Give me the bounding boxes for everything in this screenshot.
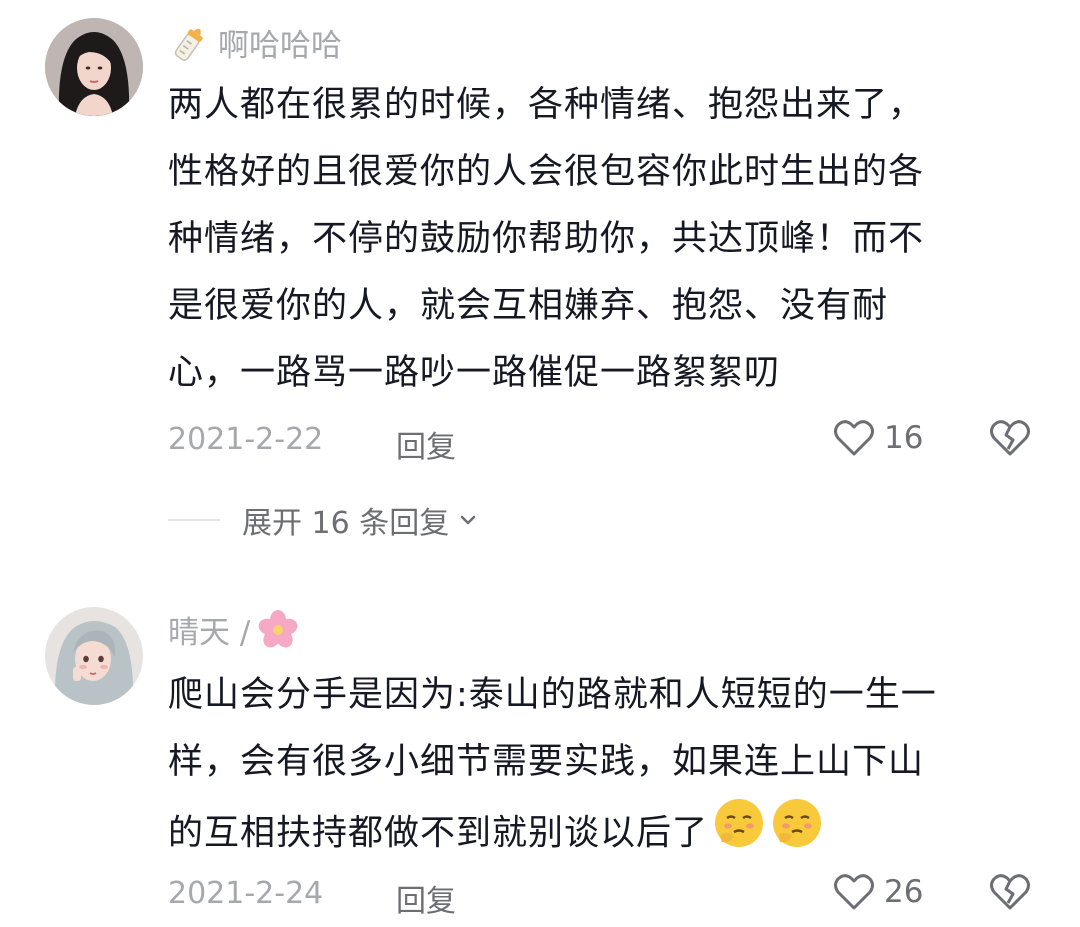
like-count: 16: [884, 420, 924, 456]
broken-heart-icon: [990, 420, 1030, 456]
avatar-girl-dark-hair-icon: [45, 18, 143, 116]
heart-icon: [834, 874, 874, 910]
comment-text-line: 的互相扶持都做不到就别谈以后了: [168, 796, 1048, 873]
comment-username[interactable]: 啊哈哈哈: [168, 20, 342, 65]
like-count: 26: [884, 874, 924, 910]
comment-text-line: 心，一路骂一路吵一路催促一路絮絮叨: [168, 353, 781, 393]
username-text: 晴天 /: [168, 615, 251, 651]
avatar[interactable]: [45, 18, 143, 116]
expand-replies-button[interactable]: 展开 16 条回复: [168, 495, 479, 545]
dislike-button[interactable]: [988, 870, 1032, 922]
like-button[interactable]: 26: [832, 870, 923, 914]
avatar-illustrated-girl-icon: [45, 607, 143, 705]
reply-button[interactable]: 回复: [396, 422, 456, 466]
like-button[interactable]: 16: [832, 416, 923, 460]
comment-text: 爬山会分手是因为:泰山的路就和人短短的一生一 样，会有很多小细节需要实践，如果连…: [168, 662, 1048, 873]
baby-bottle-icon: [174, 28, 203, 61]
reply-button[interactable]: 回复: [396, 876, 456, 920]
comment-text-line: 种情绪，不停的鼓励你帮助你，共达顶峰！而不: [168, 219, 925, 259]
heart-icon: [834, 420, 874, 456]
expand-replies-label: 展开 16 条回复: [242, 506, 450, 541]
comment-date: 2021-2-22: [168, 422, 324, 457]
avatar[interactable]: [45, 607, 143, 705]
comment-meta: 2021-2-22 回复 16: [168, 416, 1038, 466]
comment-text-line: 性格好的且很爱你的人会很包容你此时生出的各: [168, 152, 925, 192]
divider-line: [168, 519, 220, 521]
comment-text-line: 样，会有很多小细节需要实践，如果连上山下山: [168, 742, 925, 782]
dislike-button[interactable]: [988, 416, 1032, 468]
comment-text-line: 爬山会分手是因为:泰山的路就和人短短的一生一: [168, 675, 937, 715]
comment-username[interactable]: 晴天 /: [168, 607, 300, 652]
comment-text-line: 两人都在很累的时候，各种情绪、抱怨出来了，: [168, 85, 925, 125]
comment-text-line-text: 的互相扶持都做不到就别谈以后了: [168, 813, 709, 854]
thinking-face-icon: [770, 796, 824, 873]
broken-heart-icon: [990, 874, 1030, 910]
comment-text-line: 是很爱你的人，就会互相嫌弃、抱怨、没有耐: [168, 286, 889, 326]
comment-date: 2021-2-24: [168, 876, 324, 911]
thinking-face-icon: [712, 796, 766, 873]
cherry-blossom-icon: [258, 609, 298, 647]
comment-meta: 2021-2-24 回复 26: [168, 870, 1038, 920]
comment-text: 两人都在很累的时候，各种情绪、抱怨出来了， 性格好的且很爱你的人会很包容你此时生…: [168, 72, 1048, 407]
chevron-down-icon: [461, 515, 476, 525]
username-text: 啊哈哈哈: [218, 28, 342, 64]
